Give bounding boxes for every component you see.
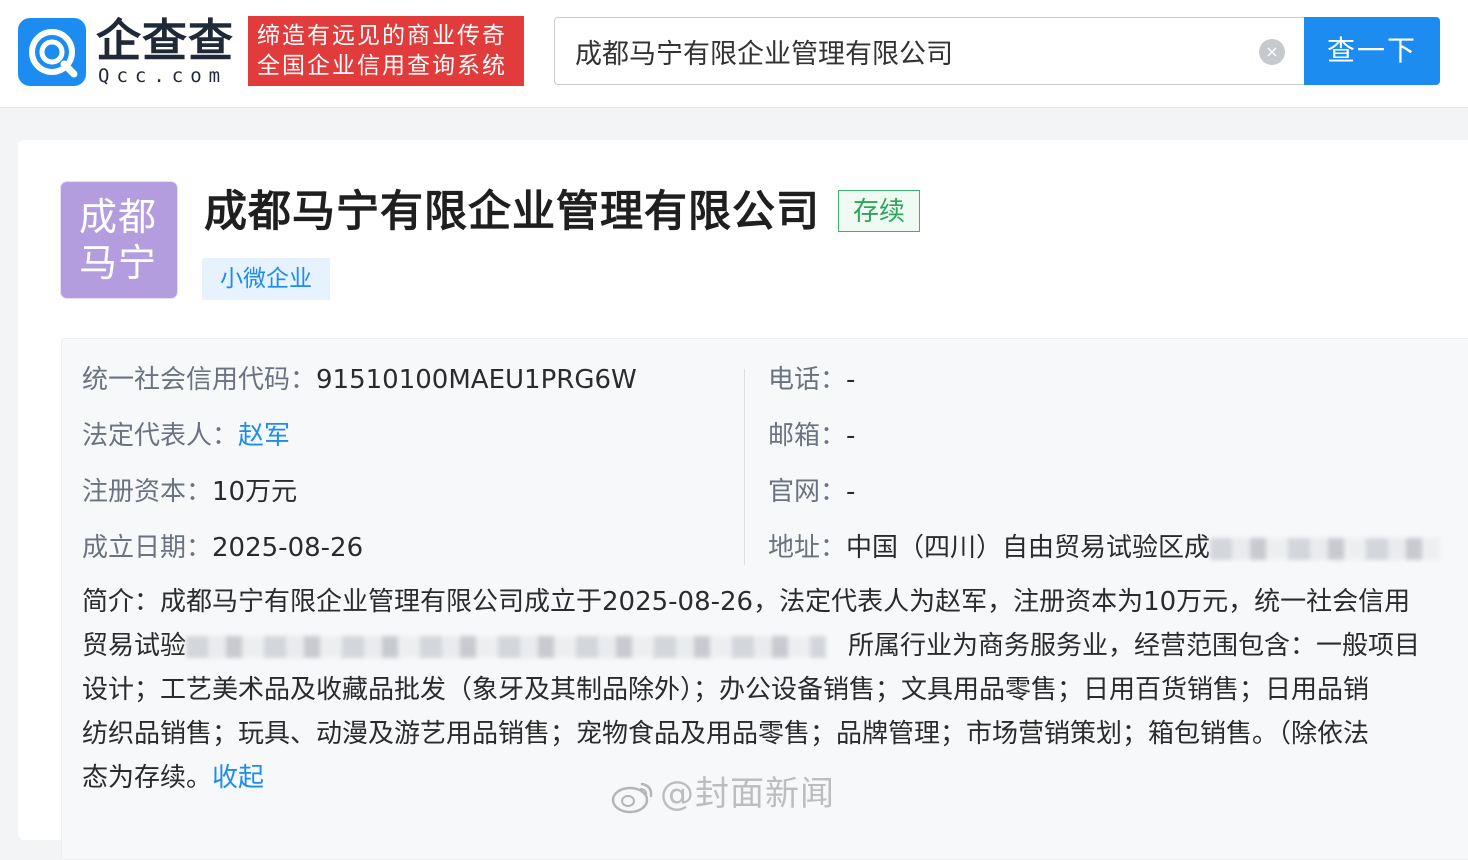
qcc-logo-icon[interactable] xyxy=(18,18,86,86)
website-value: - xyxy=(846,477,856,507)
top-header: 企查查 Qcc.com 缔造有远见的商业传奇 全国企业信用查询系统 × 查一下 xyxy=(0,0,1468,108)
description-blur-redaction xyxy=(186,635,827,658)
watermark-text: @封面新闻 xyxy=(660,774,835,814)
capital-label: 注册资本： xyxy=(82,477,213,507)
email-label: 邮箱： xyxy=(768,421,847,451)
credit-code-label: 统一社会信用代码： xyxy=(82,365,317,395)
capital-value: 10万元 xyxy=(212,477,298,507)
description-line-2: 贸易试验 所属行业为商务服务业，经营范围包含：一般项目 xyxy=(82,629,1468,663)
phone-label: 电话： xyxy=(768,365,847,395)
slogan-line-1: 缔造有远见的商业传奇 xyxy=(257,23,507,49)
address-value[interactable]: 中国（四川）自由贸易试验区成 xyxy=(846,533,1210,563)
phone-row: 电话：- xyxy=(768,363,855,397)
status-badge: 存续 xyxy=(838,190,920,232)
address-blur-redaction xyxy=(1210,537,1441,560)
email-value: - xyxy=(846,421,856,451)
search-input[interactable] xyxy=(575,30,1255,72)
slogan-banner: 缔造有远见的商业传奇 全国企业信用查询系统 xyxy=(248,16,524,86)
credit-code-value[interactable]: 91510100MAEU1PRG6W xyxy=(316,365,637,395)
clear-icon[interactable]: × xyxy=(1259,39,1285,65)
collapse-link[interactable]: 收起 xyxy=(212,763,264,793)
avatar-line-2: 马宁 xyxy=(79,241,158,285)
avatar-line-1: 成都 xyxy=(79,195,158,239)
founded-value: 2025-08-26 xyxy=(212,533,364,563)
description-line-4: 纺织品销售；玩具、动漫及游艺用品销售；宠物食品及用品零售；品牌管理；市场营销策划… xyxy=(82,719,1370,749)
email-row: 邮箱：- xyxy=(768,419,855,453)
company-card: 成都 马宁 成都马宁有限企业管理有限公司 存续 小微企业 统一社会信用代码：91… xyxy=(18,140,1468,860)
logo-en-text: Qcc.com xyxy=(98,65,228,87)
founded-row: 成立日期：2025-08-26 xyxy=(82,531,363,565)
website-label: 官网： xyxy=(768,477,847,507)
legal-rep-row: 法定代表人：赵军 xyxy=(82,419,290,453)
scale-tag[interactable]: 小微企业 xyxy=(202,258,330,300)
search-button[interactable]: 查一下 xyxy=(1304,17,1440,85)
company-name: 成都马宁有限企业管理有限公司 xyxy=(204,187,820,237)
capital-row: 注册资本：10万元 xyxy=(82,475,297,509)
search-box: × xyxy=(554,17,1306,85)
website-row: 官网：- xyxy=(768,475,855,509)
watermark: @封面新闻 xyxy=(610,766,835,815)
company-avatar: 成都 马宁 xyxy=(61,182,177,298)
description-line-5-text: 态为存续。 xyxy=(82,763,213,793)
address-row: 地址：中国（四川）自由贸易试验区成 xyxy=(768,531,1441,565)
description-line-3: 设计；工艺美术品及收藏品批发（象牙及其制品除外）；办公设备销售；文具用品零售；日… xyxy=(82,675,1370,705)
description-line-2-start: 贸易试验 xyxy=(82,631,187,661)
phone-value: - xyxy=(846,365,856,395)
weibo-icon xyxy=(610,778,656,814)
credit-code-row: 统一社会信用代码：91510100MAEU1PRG6W xyxy=(82,363,637,397)
address-label: 地址： xyxy=(768,533,847,563)
legal-rep-label: 法定代表人： xyxy=(82,421,239,451)
description-line-1: 简介：成都马宁有限企业管理有限公司成立于2025-08-26，法定代表人为赵军，… xyxy=(82,587,1411,617)
qcc-logo-wordmark[interactable]: 企查查 Qcc.com xyxy=(96,16,242,88)
logo-cn-text: 企查查 xyxy=(96,14,235,67)
column-divider xyxy=(744,369,745,565)
slogan-line-2: 全国企业信用查询系统 xyxy=(257,53,507,79)
legal-rep-link[interactable]: 赵军 xyxy=(238,421,290,451)
description-line-2-end: 所属行业为商务服务业，经营范围包含：一般项目 xyxy=(848,631,1421,661)
founded-label: 成立日期： xyxy=(82,533,213,563)
